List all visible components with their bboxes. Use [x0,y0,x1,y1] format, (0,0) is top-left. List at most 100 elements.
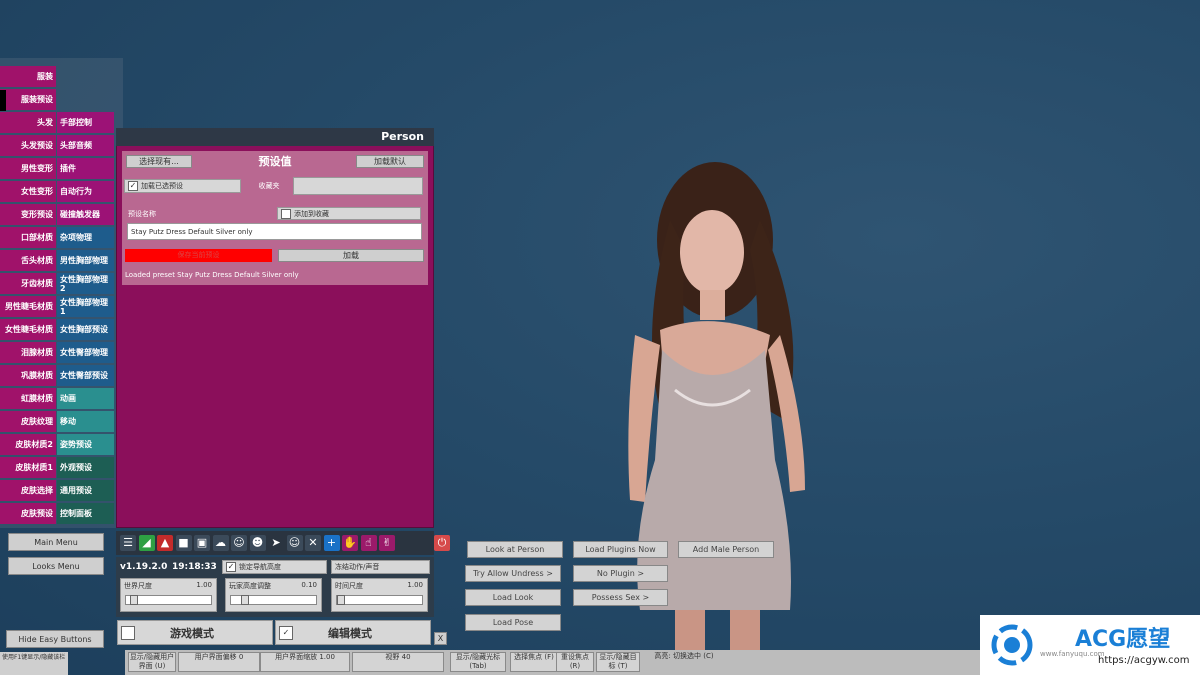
menu-icon[interactable]: ☰ [120,535,136,551]
package-icon[interactable]: ▣ [194,535,210,551]
slider-track[interactable] [336,595,423,605]
preset-name-input[interactable]: Stay Putz Dress Default Silver only [127,223,422,240]
slider-track[interactable] [125,595,212,605]
look-at-person-button[interactable]: Look at Person [467,541,563,558]
bottom-bar-item[interactable]: 用户界面偏移 0 [178,652,260,672]
preset-title: 预设值 [258,155,292,168]
add-male-person-button[interactable]: Add Male Person [678,541,774,558]
bottom-bar-item[interactable]: 视野 40 [352,652,444,672]
sidebar-right-item[interactable]: 碰撞触发器 [57,204,114,225]
lock-nav-toggle[interactable]: ✓ 锁定导航高度 [222,560,327,574]
sidebar-right-item[interactable]: 动画 [57,388,114,409]
sidebar-left-item[interactable]: 牙齿材质 [0,273,56,294]
save-preset-button[interactable]: 保存当前预设 [125,249,272,262]
sidebar-left-item[interactable]: 女性睫毛材质 [0,319,56,340]
plus-icon[interactable]: + [323,535,340,551]
bottom-bar-item[interactable]: 重设焦点 (R) [556,652,594,672]
load-plugins-button[interactable]: Load Plugins Now [573,541,668,558]
cloud-icon[interactable]: ☁ [212,535,229,551]
sidebar-right-item[interactable]: 移动 [57,411,114,432]
hand3-icon[interactable]: ✌ [379,535,395,551]
load-look-button[interactable]: Load Look [465,589,561,606]
sidebar-left-item[interactable]: 女性变形 [0,181,56,202]
checkbox-icon: ✓ [128,181,138,191]
sidebar-left-item[interactable]: 泪腺材质 [0,342,56,363]
sidebar-right-item[interactable]: 手部控制 [57,112,114,133]
sidebar-right-item[interactable]: 女性胸部物理 1 [57,296,114,317]
watermark: ACG愿望 www.fanyuqu.com https://acgyw.com [980,615,1200,675]
sidebar-left-item[interactable]: 皮肤纹理 [0,411,56,432]
sidebar-left-item[interactable]: 舌头材质 [0,250,56,271]
slider-handle[interactable] [240,595,249,605]
bottom-bar-item[interactable]: 高亮: 切换选中 (C) [642,652,726,672]
slider-control[interactable]: 世界尺度 1.00 [120,578,217,612]
bottom-bar-item[interactable]: 选择焦点 (F) [510,652,558,672]
sidebar-right-item[interactable]: 插件 [57,158,114,179]
sidebar-right-item[interactable]: 控制面板 [57,503,114,524]
favorites-dropdown[interactable] [293,177,423,195]
select-existing-button[interactable]: 选择现有... [126,155,192,168]
load-preset-button[interactable]: 加载 [278,249,424,262]
bottom-bar-item[interactable]: 显示/隐藏用户界面 (U) [128,652,176,672]
slider-handle[interactable] [130,595,138,605]
sidebar-left-item[interactable]: 服装 [0,66,56,87]
sidebar-left-item[interactable]: 男性睫毛材质 [0,296,56,317]
sidebar-right-item[interactable]: 女性臀部物理 [57,342,114,363]
sidebar-right-item[interactable]: 女性臀部预设 [57,365,114,386]
sidebar-right-item[interactable]: 女性胸部物理 2 [57,273,114,294]
sidebar-right-item[interactable]: 自动行为 [57,181,114,202]
add-to-favorites-toggle[interactable]: 添加到收藏 [277,207,421,220]
looks-menu-button[interactable]: Looks Menu [8,557,104,575]
slider-track[interactable] [230,595,317,605]
sidebar-left-item[interactable]: 头发 [0,112,56,133]
sidebar-right-item[interactable]: 通用预设 [57,480,114,501]
sidebar-right-item[interactable]: 女性胸部预设 [57,319,114,340]
mode-icon[interactable]: ◢ [138,535,155,551]
sidebar-left-item[interactable]: 皮肤材质2 [0,434,56,455]
sidebar-right-item[interactable]: 姿势预设 [57,434,114,455]
sidebar-left-item[interactable]: 头发预设 [0,135,56,156]
load-checked-toggle[interactable]: ✓ 加载已选预设 [124,179,241,193]
person-edit-icon[interactable]: ☻ [249,535,266,551]
sidebar-left-item[interactable]: 变形预设 [0,204,56,225]
sidebar-right-item[interactable]: 外观预设 [57,457,114,478]
slider-control[interactable]: 玩家高度调整 0.10 [225,578,322,612]
power-icon[interactable]: ⏻ [434,535,450,551]
play-mode-toggle[interactable]: 游戏模式 [117,620,273,645]
close-button[interactable]: X [434,632,447,645]
sidebar-left-item[interactable]: 巩膜材质 [0,365,56,386]
sidebar-right-item[interactable]: 头部音频 [57,135,114,156]
person-add-icon[interactable]: ☺ [231,535,247,551]
possess-sex-button[interactable]: Possess Sex > [573,589,668,606]
edit-mode-toggle[interactable]: ✓ 编辑模式 [275,620,431,645]
sidebar-left-item[interactable]: 服装预设 [0,89,56,110]
slider-value: 0.10 [301,581,317,589]
try-allow-undress-button[interactable]: Try Allow Undress > [465,565,561,582]
load-default-button[interactable]: 加载默认 [356,155,424,168]
load-pose-button[interactable]: Load Pose [465,614,561,631]
box-icon[interactable]: ■ [175,535,192,551]
sidebar-left-item[interactable]: 虹膜材质 [0,388,56,409]
people-icon[interactable]: ☺ [286,535,303,551]
sidebar-left-item[interactable]: 口部材质 [0,227,56,248]
slider-control[interactable]: 时间尺度 1.00 [331,578,428,612]
bottom-bar-item[interactable]: 显示/隐藏目标 (T) [596,652,640,672]
no-plugin-button[interactable]: No Plugin > [573,565,668,582]
hand2-icon[interactable]: ☝ [360,535,377,551]
freeze-motion-toggle[interactable]: 冻结动作/声音 [331,560,430,574]
clothing-icon[interactable]: ▲ [157,535,173,551]
tools-icon[interactable]: ✕ [305,535,321,551]
bottom-bar-item[interactable]: 显示/隐藏光标 (Tab) [450,652,506,672]
sidebar-left-item[interactable]: 皮肤材质1 [0,457,56,478]
slider-handle[interactable] [337,595,345,605]
sidebar-left-item[interactable]: 男性变形 [0,158,56,179]
sidebar-right-item[interactable]: 男性胸部物理 [57,250,114,271]
sidebar-right-item[interactable]: 杂项物理 [57,227,114,248]
bottom-bar-item[interactable]: 用户界面缩放 1.00 [260,652,350,672]
sidebar-left-item[interactable]: 皮肤预设 [0,503,56,524]
hand-icon[interactable]: ✋ [342,535,358,551]
sidebar-left-item[interactable]: 皮肤选择 [0,480,56,501]
cursor-icon[interactable]: ➤ [268,535,284,551]
hide-easy-buttons-button[interactable]: Hide Easy Buttons [6,630,104,648]
main-menu-button[interactable]: Main Menu [8,533,104,551]
